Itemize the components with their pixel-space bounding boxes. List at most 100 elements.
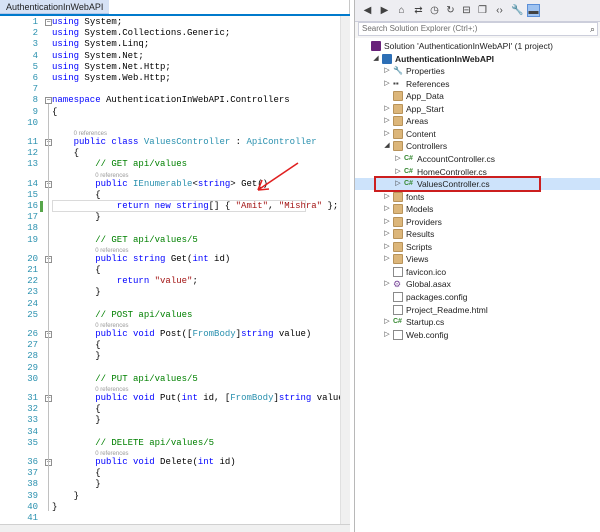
code-line[interactable]: 27 { — [0, 340, 340, 351]
tree-item[interactable]: ▷ Scripts — [355, 241, 600, 253]
tree-item[interactable]: ▷ App_Start — [355, 103, 600, 115]
code-editor-pane[interactable]: AuthenticationInWebAPI 1 using System; 2 us… — [0, 0, 350, 532]
expand-arrow-icon[interactable]: ▷ — [383, 241, 391, 253]
tree-item[interactable]: Solution 'AuthenticationInWebAPI' (1 pro… — [355, 40, 600, 52]
collapse-region-icon[interactable]: − — [45, 19, 52, 26]
code-line[interactable]: 28 } — [0, 351, 340, 362]
expand-arrow-icon[interactable]: ▷ — [383, 228, 391, 240]
expand-arrow-icon[interactable]: ▷ — [383, 316, 391, 328]
code-line[interactable]: 40} — [0, 502, 340, 513]
tree-item[interactable]: ▷ C# Startup.cs — [355, 316, 600, 328]
home-icon[interactable]: ⌂ — [395, 4, 408, 17]
expanded-arrow-icon[interactable]: ◢ — [383, 140, 391, 152]
copy-icon[interactable]: ❐ — [476, 4, 489, 17]
tree-item[interactable]: ▷ Web.config — [355, 329, 600, 341]
expand-arrow-icon[interactable]: ▷ — [383, 191, 391, 203]
code-line[interactable]: 24 — [0, 299, 340, 310]
code-line[interactable]: 22 return "value"; — [0, 276, 340, 287]
code-line[interactable]: 38 } — [0, 479, 340, 490]
code-line[interactable]: 12 { — [0, 148, 340, 159]
code-token: System.Linq; — [79, 39, 150, 50]
tree-item[interactable]: Project_Readme.html — [355, 304, 600, 316]
code-line[interactable]: 19 // GET api/values/5 — [0, 235, 340, 246]
code-line[interactable]: 41 — [0, 513, 340, 524]
code-icon[interactable]: ‹› — [493, 4, 506, 17]
code-line[interactable]: 39 } — [0, 491, 340, 502]
tree-item[interactable]: ▷ Models — [355, 203, 600, 215]
code-line[interactable]: 23 } — [0, 287, 340, 298]
tree-item[interactable]: ▷ Results — [355, 228, 600, 240]
tree-item[interactable]: ▷ 🔧 Properties — [355, 65, 600, 77]
expand-arrow-icon[interactable]: ▷ — [383, 115, 391, 127]
pin-icon[interactable]: ▬ — [527, 4, 540, 17]
code-line[interactable]: 18 — [0, 223, 340, 234]
expand-arrow-icon[interactable]: ▷ — [383, 253, 391, 265]
tree-item[interactable]: ▷ ▪▪ References — [355, 78, 600, 90]
code-text: // PUT api/values/5 — [52, 374, 198, 385]
code-line[interactable]: 17 } — [0, 212, 340, 223]
code-line[interactable]: 35 // DELETE api/values/5 — [0, 438, 340, 449]
tree-item[interactable]: ▷ ⚙ Global.asax — [355, 278, 600, 290]
expand-arrow-icon[interactable]: ▷ — [394, 153, 402, 165]
tree-item[interactable]: packages.config — [355, 291, 600, 303]
forward-icon[interactable]: ▶ — [378, 4, 391, 17]
code-line[interactable]: 34 — [0, 427, 340, 438]
code-line[interactable]: 6 using System.Web.Http; — [0, 73, 340, 84]
expand-arrow-icon[interactable]: ▷ — [383, 78, 391, 90]
properties-icon[interactable]: 🔧 — [511, 4, 524, 17]
code-line[interactable]: 37 { — [0, 468, 340, 479]
collapse-icon[interactable]: ⊟ — [460, 4, 473, 17]
expanded-arrow-icon[interactable]: ◢ — [372, 53, 380, 65]
code-line[interactable]: 21 { — [0, 265, 340, 276]
code-line[interactable]: 10 — [0, 118, 340, 129]
code-line[interactable]: 29 — [0, 363, 340, 374]
history-icon[interactable]: ◷ — [428, 4, 441, 17]
refresh-icon[interactable]: ↻ — [444, 4, 457, 17]
expand-arrow-icon[interactable]: ▷ — [394, 178, 402, 190]
tree-item[interactable]: ▷ Content — [355, 128, 600, 140]
code-line[interactable]: 2 using System.Collections.Generic; — [0, 28, 340, 39]
expand-arrow-icon[interactable]: ▷ — [383, 203, 391, 215]
code-line[interactable]: 32 { — [0, 404, 340, 415]
tree-item[interactable]: ▷ C# AccountController.cs — [355, 153, 600, 165]
code-line[interactable]: 3 using System.Linq; — [0, 39, 340, 50]
line-number: 22 — [27, 276, 38, 287]
code-token: { — [52, 340, 101, 351]
code-area[interactable]: 1 using System; 2 using System.Collections.… — [0, 16, 350, 524]
document-tab[interactable]: AuthenticationInWebAPI — [0, 0, 110, 14]
tree-item[interactable]: ▷ Areas — [355, 115, 600, 127]
line-number: 39 — [27, 490, 38, 501]
expand-arrow-icon[interactable]: ▷ — [383, 103, 391, 115]
code-line[interactable]: 4 using System.Net; — [0, 51, 340, 62]
code-line[interactable]: 30 // PUT api/values/5 — [0, 374, 340, 385]
search-icon[interactable]: ⌕ — [590, 23, 595, 35]
tree-item[interactable]: ◢ Controllers — [355, 140, 600, 152]
code-line[interactable]: 33 } — [0, 415, 340, 426]
code-line[interactable]: 5 using System.Net.Http; — [0, 62, 340, 73]
folder-icon — [393, 128, 403, 139]
expand-arrow-icon[interactable]: ▷ — [383, 216, 391, 228]
line-number: 18 — [27, 223, 38, 234]
tree-item-label: App_Start — [406, 103, 444, 114]
tree-item[interactable]: ▷ Views — [355, 253, 600, 265]
tree-item[interactable]: ◢ AuthenticationInWebAPI — [355, 53, 600, 65]
tree-item[interactable]: favicon.ico — [355, 266, 600, 278]
tree-item[interactable]: ▷ fonts — [355, 191, 600, 203]
tree-item[interactable]: ▷ Providers — [355, 216, 600, 228]
expand-arrow-icon[interactable]: ▷ — [383, 128, 391, 140]
code-text: } — [52, 415, 100, 426]
editor-vertical-scrollbar[interactable] — [340, 16, 350, 524]
collapse-region-icon[interactable]: − — [45, 97, 52, 105]
expand-arrow-icon[interactable]: ▷ — [383, 329, 391, 341]
code-line[interactable]: 9{ — [0, 107, 340, 118]
back-icon[interactable]: ◀ — [361, 4, 374, 17]
expand-arrow-icon[interactable]: ▷ — [383, 278, 391, 290]
code-line[interactable]: 25 // POST api/values — [0, 310, 340, 321]
code-token: AuthenticationInWebAPI.Controllers — [100, 95, 290, 106]
solution-explorer-search-input[interactable]: Search Solution Explorer (Ctrl+;) ⌕ — [358, 22, 598, 36]
code-line[interactable]: 7 — [0, 84, 340, 95]
expand-arrow-icon[interactable]: ▷ — [383, 65, 391, 77]
tree-item[interactable]: App_Data — [355, 90, 600, 102]
sync-icon[interactable]: ⇄ — [412, 4, 425, 17]
tree-item[interactable]: ▷ C# ValuesController.cs — [355, 178, 600, 190]
